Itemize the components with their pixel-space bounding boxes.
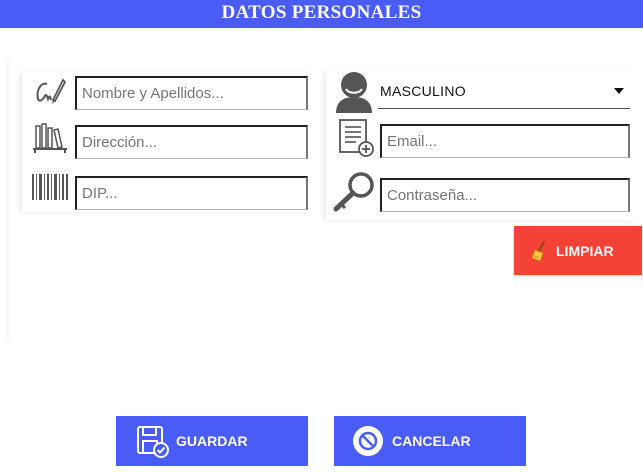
page-header: DATOS PERSONALES	[0, 0, 643, 28]
gender-select-value: MASCULINO	[380, 83, 466, 99]
barcode-icon	[32, 174, 68, 200]
dip-input[interactable]	[75, 176, 308, 210]
cancel-button-label: CANCELAR	[392, 433, 471, 449]
password-input[interactable]	[380, 178, 630, 212]
name-input[interactable]	[75, 76, 308, 110]
broom-icon	[530, 240, 550, 262]
document-add-icon	[338, 118, 376, 158]
books-icon	[32, 122, 68, 154]
save-button[interactable]: GUARDAR	[116, 416, 308, 466]
address-input[interactable]	[75, 125, 308, 159]
save-disk-icon	[136, 424, 170, 458]
clear-button[interactable]: LIMPIAR	[514, 226, 642, 275]
gender-select[interactable]: MASCULINO	[378, 76, 630, 109]
cancel-circle-icon	[352, 425, 384, 457]
save-button-label: GUARDAR	[176, 433, 248, 449]
email-input[interactable]	[380, 124, 630, 158]
signature-icon	[33, 74, 67, 108]
cancel-button[interactable]: CANCELAR	[334, 416, 526, 466]
page-title: DATOS PERSONALES	[221, 2, 422, 23]
key-icon	[332, 171, 376, 213]
user-avatar-icon	[334, 71, 374, 113]
clear-button-label: LIMPIAR	[556, 242, 614, 259]
chevron-down-icon[interactable]	[614, 88, 624, 94]
side-rail	[0, 60, 6, 340]
